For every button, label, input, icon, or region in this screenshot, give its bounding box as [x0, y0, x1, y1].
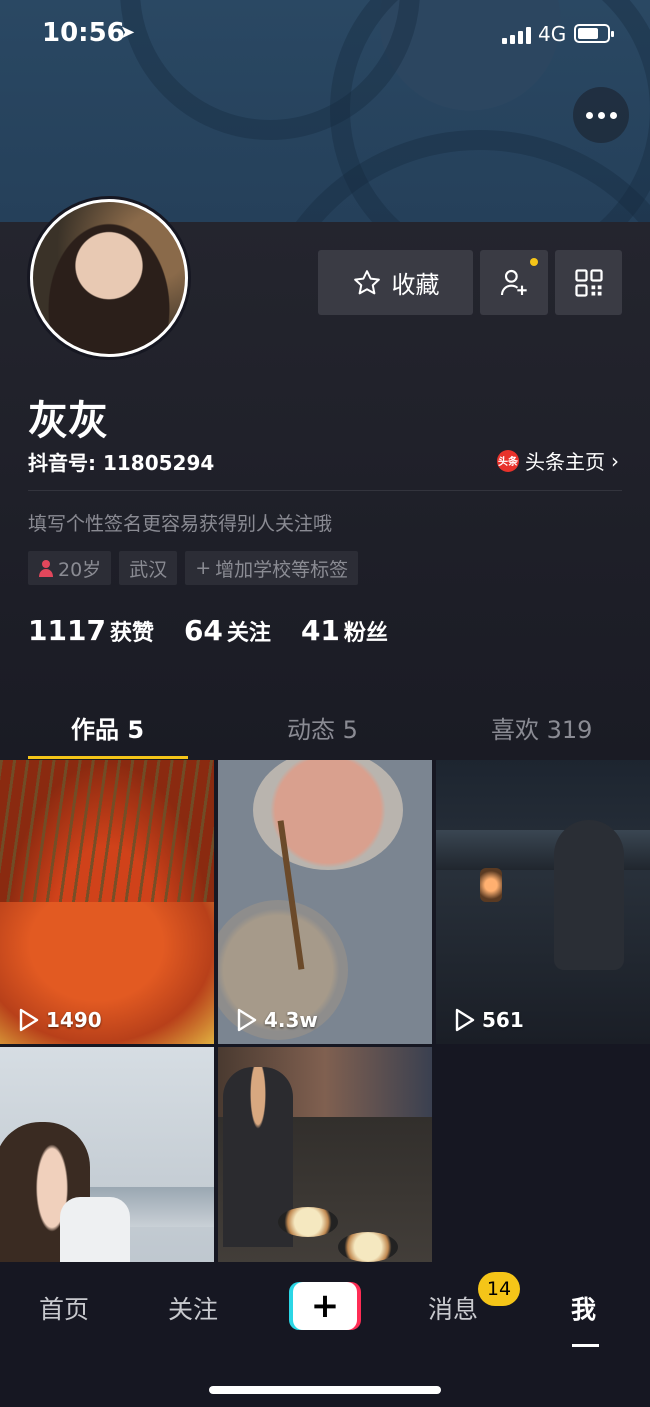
tab-likes[interactable]: 喜欢 319 [491, 710, 592, 745]
battery-icon [574, 24, 614, 43]
female-user-icon [39, 560, 53, 577]
skewers-image [0, 760, 214, 917]
nav-home[interactable]: 首页 [39, 1290, 89, 1326]
signal-icon [502, 27, 531, 44]
play-icon [237, 1008, 257, 1032]
network-type: 4G [538, 22, 567, 46]
dish-image [278, 1207, 338, 1237]
nav-messages[interactable]: 消息 [428, 1290, 478, 1326]
stat-value: 64 [183, 614, 223, 647]
avatar-border [30, 199, 188, 357]
notification-dot [530, 258, 538, 266]
play-count: 4.3w [236, 1008, 318, 1032]
content-tabs: 作品 5 动态 5 喜欢 319 [0, 690, 650, 759]
person-silhouette [554, 820, 624, 970]
dot-icon [609, 111, 617, 119]
toutiao-label: 头条主页 [525, 450, 605, 474]
bio-placeholder[interactable]: 填写个性签名更容易获得别人关注哦 [28, 509, 332, 536]
plus-icon: + [293, 1282, 357, 1330]
toutiao-logo-icon: 头条 [497, 449, 519, 472]
stat-following[interactable]: 64 关注 [184, 614, 271, 647]
toutiao-homepage-link[interactable]: 头条 头条主页 › [497, 446, 619, 475]
stat-value: 1117 [28, 614, 106, 647]
chevron-right-icon: › [611, 448, 619, 473]
favorites-button[interactable]: 收藏 [318, 250, 473, 315]
tab-works[interactable]: 作品 5 [71, 710, 144, 745]
status-bar: 10:56 ➤ 4G [0, 0, 650, 70]
location-tag[interactable]: 武汉 [119, 551, 178, 585]
add-tag-button[interactable]: + 增加学校等标签 [185, 551, 359, 585]
qr-code-icon [574, 268, 603, 297]
nickname: 灰灰 [28, 398, 108, 444]
profile-tags: 20岁 武汉 + 增加学校等标签 [28, 551, 359, 585]
create-video-button[interactable]: + [289, 1282, 361, 1330]
play-count-value: 1490 [46, 1008, 102, 1032]
location-arrow-icon: ➤ [120, 22, 136, 43]
location-tag-label: 武汉 [129, 558, 168, 581]
nav-me[interactable]: 我 [571, 1290, 596, 1326]
video-thumbnail[interactable]: 4.3w [218, 760, 432, 1044]
play-icon [19, 1008, 39, 1032]
age-tag[interactable]: 20岁 [28, 551, 112, 585]
dish-image [338, 1232, 398, 1262]
play-count: 1490 [18, 1008, 102, 1032]
add-user-icon [500, 269, 527, 295]
messages-badge: 14 [478, 1272, 520, 1306]
active-tab-indicator [28, 756, 188, 759]
play-count: 561 [454, 1008, 524, 1032]
home-indicator [209, 1386, 441, 1394]
douyin-id: 抖音号: 11805294 [28, 451, 215, 475]
tab-activity[interactable]: 动态 5 [287, 710, 358, 745]
add-tag-label: 增加学校等标签 [215, 558, 349, 581]
play-icon [455, 1008, 475, 1032]
stat-label: 关注 [226, 621, 271, 646]
play-count-value: 4.3w [264, 1008, 318, 1032]
add-friend-button[interactable] [480, 250, 548, 315]
stat-value: 41 [300, 614, 340, 647]
lantern-image [480, 868, 502, 902]
nav-follow[interactable]: 关注 [168, 1290, 218, 1326]
dot-icon [597, 111, 605, 119]
favorites-label: 收藏 [391, 271, 440, 299]
star-icon [353, 269, 380, 294]
video-thumbnail[interactable]: 561 [436, 760, 650, 1044]
active-nav-indicator [572, 1344, 599, 1347]
dot-icon [585, 111, 593, 119]
qr-code-button[interactable] [555, 250, 622, 315]
stat-followers[interactable]: 41 粉丝 [301, 614, 388, 647]
stat-likes[interactable]: 1117 获赞 [28, 614, 154, 647]
minced-meat-bowl [253, 760, 403, 870]
status-time: 10:56 [42, 18, 125, 48]
divider [28, 490, 622, 491]
stat-label: 粉丝 [343, 621, 388, 646]
age-tag-label: 20岁 [58, 558, 102, 581]
profile-stats: 1117 获赞 64 关注 41 粉丝 [28, 614, 388, 647]
video-thumbnail[interactable]: 1490 [0, 760, 214, 1044]
stat-label: 获赞 [109, 621, 154, 646]
play-count-value: 561 [482, 1008, 524, 1032]
more-options-button[interactable] [573, 87, 629, 143]
plus-icon: + [195, 557, 212, 579]
